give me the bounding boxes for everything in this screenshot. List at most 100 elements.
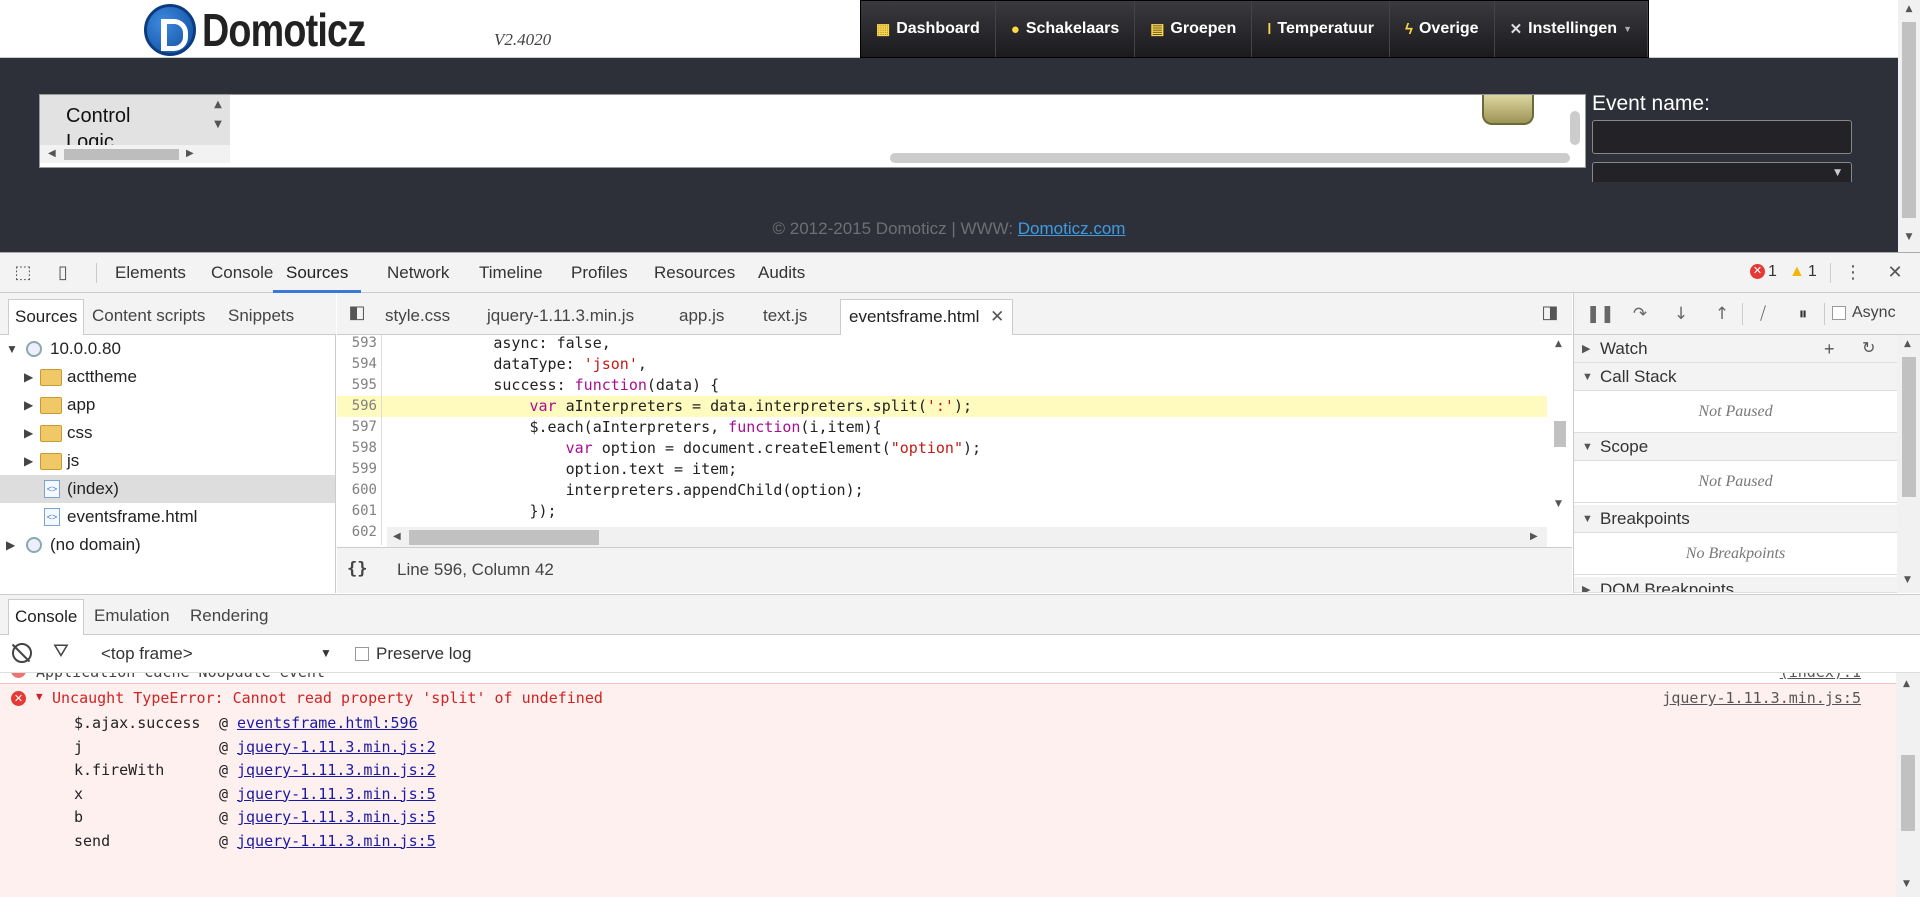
tab-timeline[interactable]: Timeline xyxy=(479,253,543,293)
stack-source-link[interactable]: eventsframe.html:596 xyxy=(237,712,418,734)
line-number[interactable]: 602 xyxy=(337,522,377,543)
line-number[interactable]: 594 xyxy=(337,354,377,375)
inspect-element-icon[interactable]: ⬚ xyxy=(12,263,34,283)
scrollbar-thumb[interactable] xyxy=(1902,357,1916,497)
toolbox-hscrollbar[interactable]: ◀ ▶ xyxy=(40,145,230,163)
collapsed-triangle-icon[interactable]: ▶ xyxy=(24,419,33,447)
footer-link[interactable]: Domoticz.com xyxy=(1018,219,1126,238)
preserve-log-checkbox[interactable] xyxy=(355,647,369,661)
editor-tab[interactable]: jquery-1.11.3.min.js xyxy=(487,299,634,335)
code-line[interactable]: 599 option.text = item; xyxy=(337,459,1547,480)
event-name-input[interactable] xyxy=(1592,120,1852,154)
add-watch-icon[interactable]: + xyxy=(1824,335,1835,363)
tree-item-folder[interactable]: ▶ app xyxy=(0,391,335,419)
step-into-icon[interactable]: ↓ xyxy=(1669,303,1693,325)
code-line[interactable]: 598 var option = document.createElement(… xyxy=(337,438,1547,459)
close-icon[interactable]: ✕ xyxy=(1884,263,1906,283)
collapsed-triangle-icon[interactable]: ▶ xyxy=(24,447,33,475)
scrollbar-thumb[interactable] xyxy=(1554,421,1566,447)
scroll-up-arrow-icon[interactable]: ▲ xyxy=(210,99,226,115)
scroll-down-arrow-icon[interactable]: ▼ xyxy=(1555,499,1562,509)
tab-snippets[interactable]: Snippets xyxy=(222,299,300,335)
scroll-down-arrow-icon[interactable]: ▼ xyxy=(1904,575,1911,585)
tree-item-folder[interactable]: ▶ acttheme xyxy=(0,363,335,391)
step-out-icon[interactable]: ↑ xyxy=(1710,303,1734,325)
toggle-navigator-icon[interactable]: ◧ xyxy=(346,303,368,323)
pretty-print-icon[interactable]: {} xyxy=(347,559,367,579)
tab-navigator-sources[interactable]: Sources xyxy=(8,299,85,335)
nav-instellingen[interactable]: ✕ Instellingen ▼ xyxy=(1494,1,1648,57)
line-number[interactable]: 595 xyxy=(337,375,377,396)
scrollbar-thumb[interactable] xyxy=(1902,22,1916,218)
code-line[interactable]: 596 var aInterpreters = data.interpreter… xyxy=(337,396,1547,417)
editor-tab-active[interactable]: eventsframe.html ✕ xyxy=(840,299,1014,335)
editor-hscrollbar[interactable]: ◀ ▶ xyxy=(387,527,1547,547)
tree-item-folder[interactable]: ▶ js xyxy=(0,447,335,475)
line-number[interactable]: 599 xyxy=(337,459,377,480)
code-line[interactable]: 595 success: function(data) { xyxy=(337,375,1547,396)
editor-vscrollbar[interactable]: ▲ ▼ xyxy=(1547,335,1572,517)
frame-select[interactable]: <top frame> xyxy=(101,644,193,664)
stack-source-link[interactable]: jquery-1.11.3.min.js:2 xyxy=(237,759,436,781)
tab-audits[interactable]: Audits xyxy=(758,253,805,293)
line-number[interactable]: 601 xyxy=(337,501,377,522)
debugger-vscrollbar[interactable]: ▲ ▼ xyxy=(1897,335,1920,593)
scrollbar-thumb[interactable] xyxy=(409,530,599,545)
editor-tab[interactable]: app.js xyxy=(679,299,724,335)
scroll-left-arrow-icon[interactable]: ◀ xyxy=(393,531,401,542)
tree-item-folder[interactable]: ▶ css xyxy=(0,419,335,447)
drawer-tab-emulation[interactable]: Emulation xyxy=(88,599,176,635)
pause-on-exceptions-icon[interactable]: ⏸ xyxy=(1791,303,1815,325)
nav-dashboard[interactable]: ▦ Dashboard xyxy=(861,1,996,57)
nav-schakelaars[interactable]: ● Schakelaars xyxy=(995,1,1136,57)
expanded-triangle-icon[interactable]: ▼ xyxy=(36,690,43,703)
stack-source-link[interactable]: jquery-1.11.3.min.js:5 xyxy=(237,806,436,828)
breakpoints-pane-header[interactable]: ▼ Breakpoints xyxy=(1574,505,1897,533)
tree-item-file[interactable]: <> (index) xyxy=(0,475,335,503)
line-number[interactable]: 598 xyxy=(337,438,377,459)
drawer-tab-console[interactable]: Console xyxy=(8,599,85,635)
async-checkbox[interactable] xyxy=(1832,306,1846,320)
tree-item-domain[interactable]: ▼ 10.0.0.80 xyxy=(0,335,335,363)
scroll-up-arrow-icon[interactable]: ▲ xyxy=(1555,339,1562,349)
drawer-tab-rendering[interactable]: Rendering xyxy=(184,599,274,635)
scroll-up-arrow-icon[interactable]: ▲ xyxy=(1904,339,1911,349)
error-counter[interactable]: ✕ 1 xyxy=(1750,263,1777,281)
error-source-link[interactable]: jquery-1.11.3.min.js:5 xyxy=(1662,689,1861,707)
device-mode-icon[interactable]: ▯ xyxy=(52,263,74,283)
line-number[interactable]: 593 xyxy=(337,335,377,354)
stack-source-link[interactable]: jquery-1.11.3.min.js:2 xyxy=(237,736,436,758)
code-line[interactable]: 600 interpreters.appendChild(option); xyxy=(337,480,1547,501)
call-stack-pane-header[interactable]: ▼ Call Stack xyxy=(1574,363,1897,391)
scrollbar-thumb[interactable] xyxy=(1901,755,1915,831)
tab-resources[interactable]: Resources xyxy=(654,253,735,293)
editor-tab[interactable]: text.js xyxy=(763,299,807,335)
watch-pane-header[interactable]: ▶ Watch + ↻ xyxy=(1574,335,1897,363)
scroll-left-arrow-icon[interactable]: ◀ xyxy=(48,148,56,159)
chevron-down-icon[interactable]: ▼ xyxy=(320,646,332,660)
tree-item-domain[interactable]: ▶ (no domain) xyxy=(0,531,335,559)
step-over-icon[interactable]: ↷ xyxy=(1628,303,1652,325)
filter-icon[interactable]: ⛛ xyxy=(53,641,69,663)
more-options-icon[interactable]: ⋮ xyxy=(1842,263,1864,283)
console-messages[interactable]: Application Cache NoUpdate event (index)… xyxy=(0,673,1896,897)
scroll-right-arrow-icon[interactable]: ▶ xyxy=(186,148,194,159)
editor-tab[interactable]: style.css xyxy=(385,299,450,335)
scrollbar-thumb[interactable] xyxy=(64,149,179,160)
tab-profiles[interactable]: Profiles xyxy=(571,253,628,293)
console-vscrollbar[interactable]: ▲ ▼ xyxy=(1896,673,1920,897)
nav-groepen[interactable]: ▤ Groepen xyxy=(1135,1,1253,57)
nav-overige[interactable]: ϟ Overige xyxy=(1390,1,1495,57)
scroll-down-arrow-icon[interactable]: ▼ xyxy=(1903,879,1910,889)
close-tab-icon[interactable]: ✕ xyxy=(990,307,1004,326)
tab-content-scripts[interactable]: Content scripts xyxy=(86,299,211,335)
collapsed-triangle-icon[interactable]: ▶ xyxy=(6,531,15,559)
message-source-link[interactable]: (index):1 xyxy=(1780,673,1861,681)
line-number[interactable]: 596 xyxy=(337,396,377,417)
pause-icon[interactable]: ❚❚ xyxy=(1586,303,1615,325)
code-line[interactable]: 593 async: false, xyxy=(337,335,1547,354)
dom-breakpoints-pane-header[interactable]: ▶ DOM Breakpoints xyxy=(1574,577,1897,593)
scroll-right-arrow-icon[interactable]: ▶ xyxy=(1530,531,1538,542)
toolbox-item-control[interactable]: Control xyxy=(66,101,130,131)
line-number[interactable]: 597 xyxy=(337,417,377,438)
